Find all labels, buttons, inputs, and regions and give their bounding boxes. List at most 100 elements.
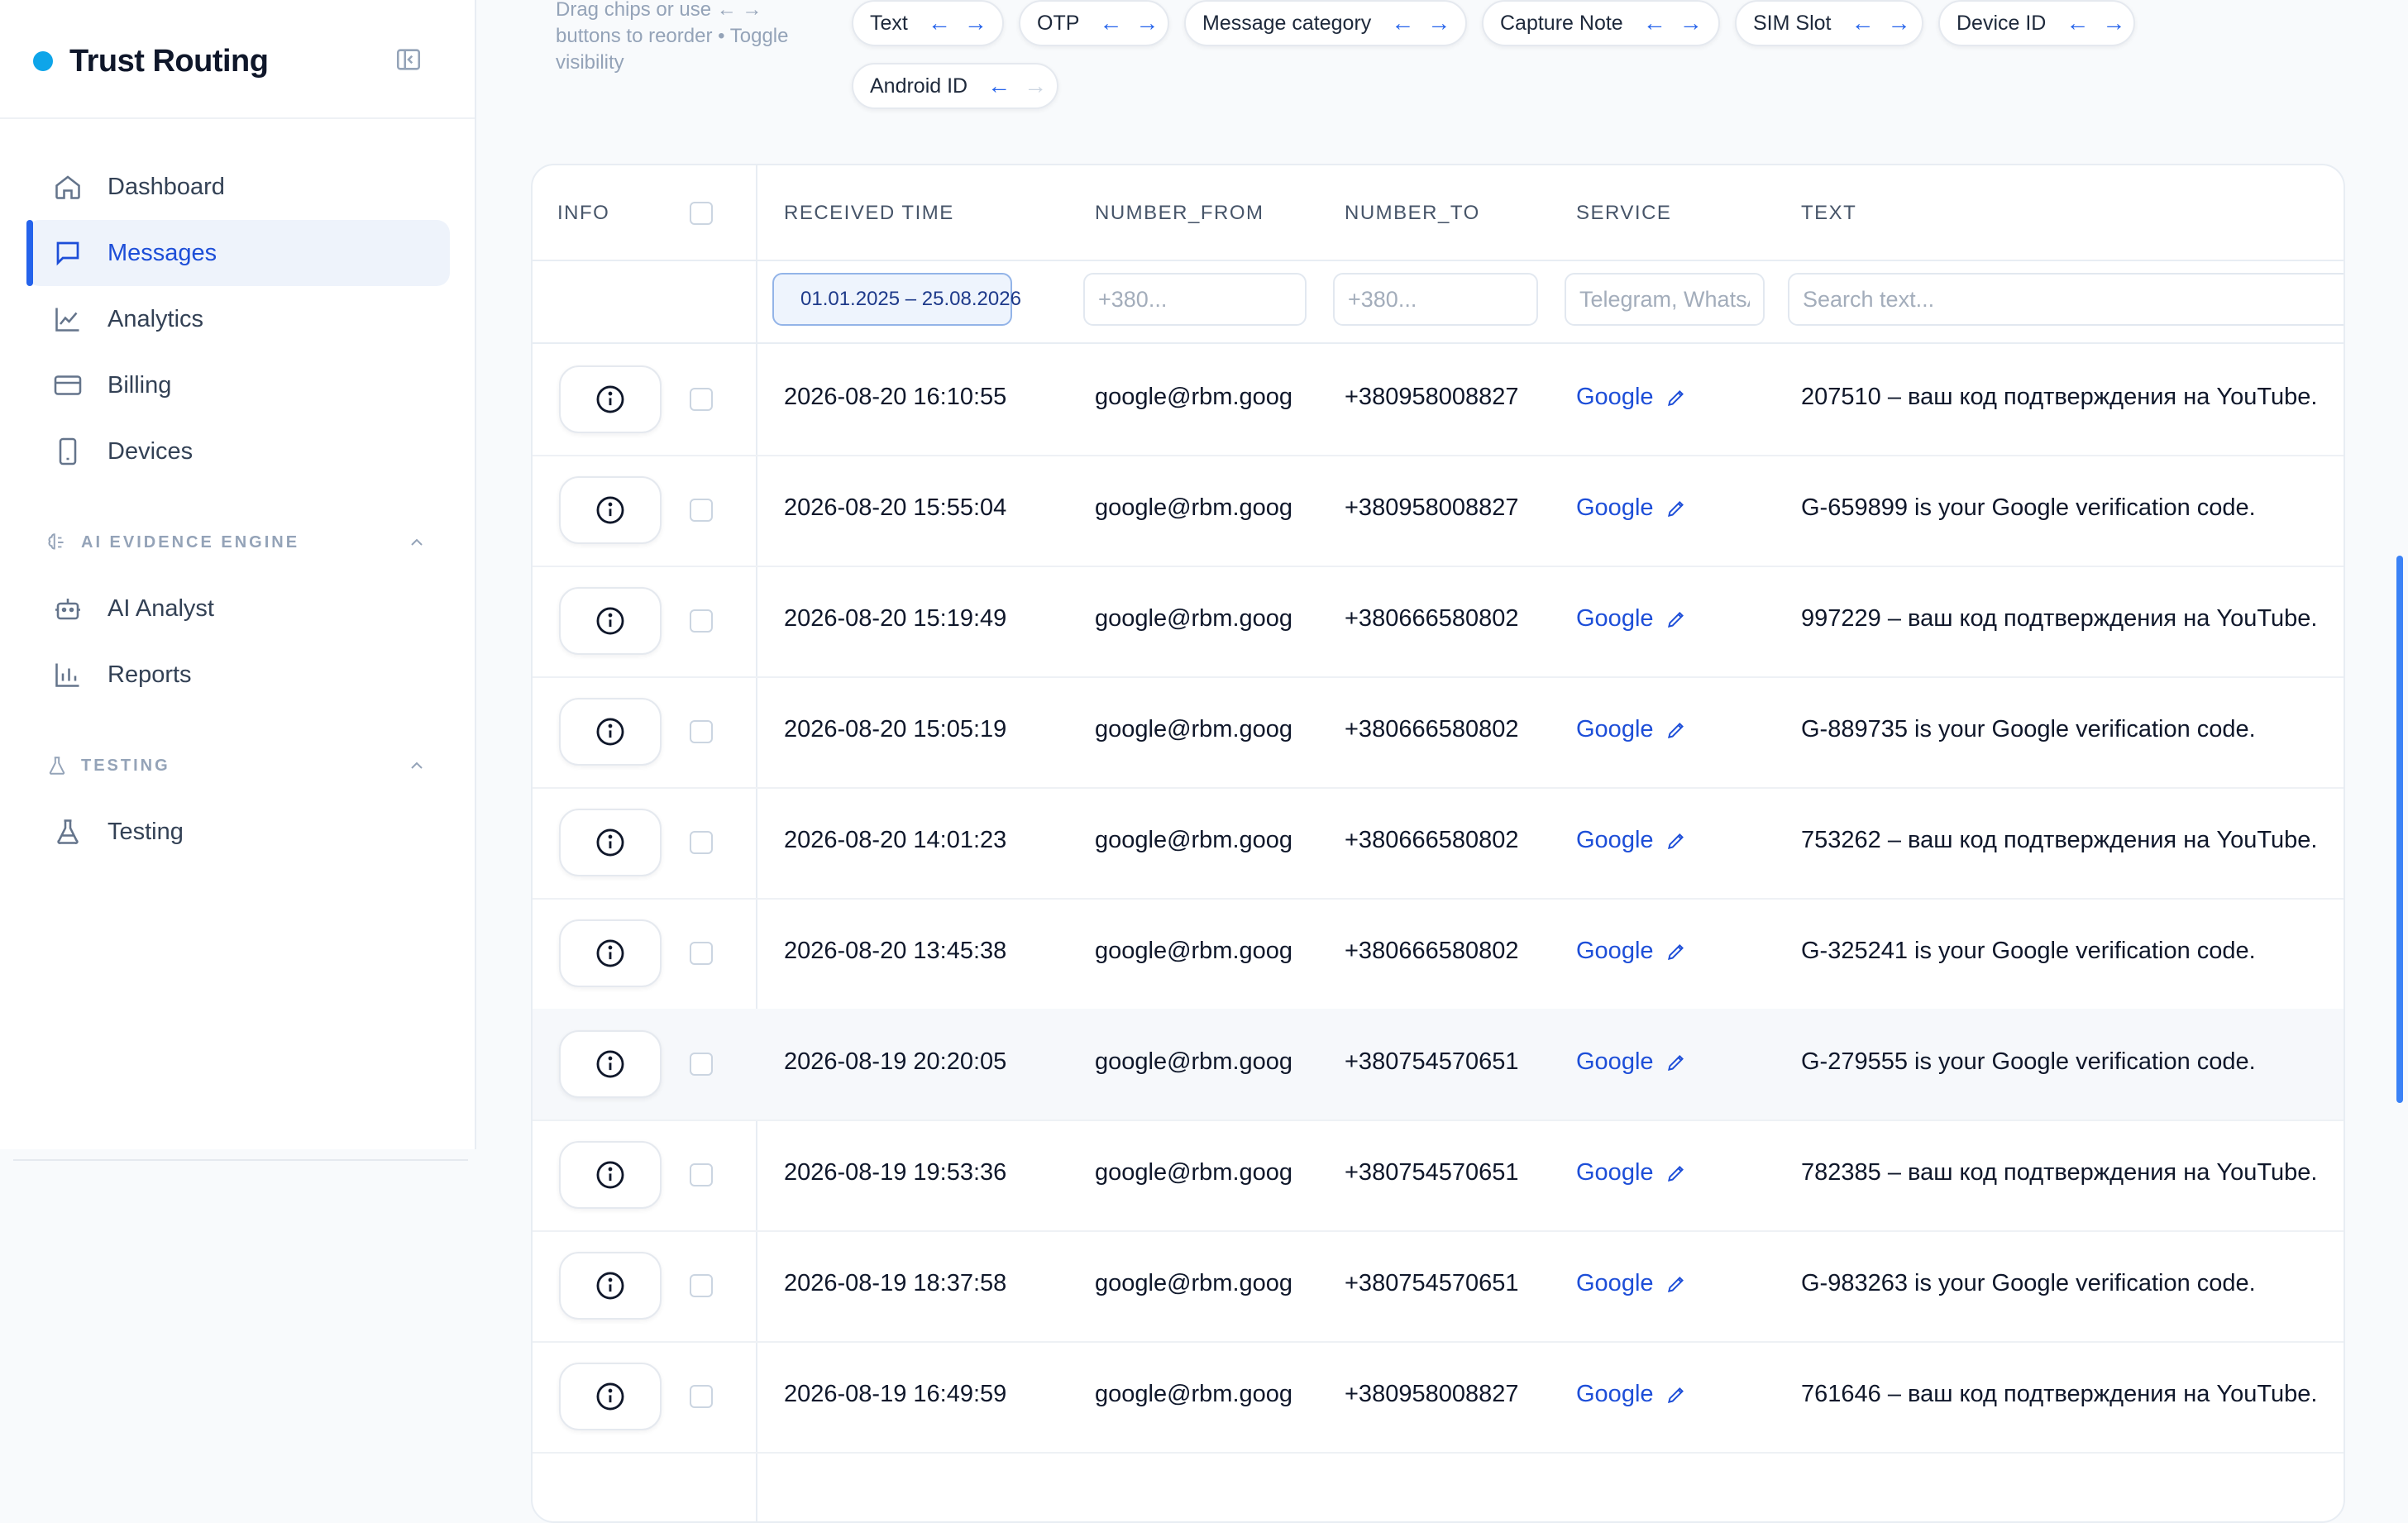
- sidebar-item-ai-analyst[interactable]: AI Analyst: [26, 575, 450, 642]
- move-right-arrow-icon[interactable]: →: [1427, 12, 1450, 35]
- edit-pencil-icon[interactable]: [1665, 498, 1687, 519]
- column-chip-otp[interactable]: OTP ← →: [1019, 0, 1169, 46]
- select-all-checkbox[interactable]: [690, 202, 713, 225]
- move-right-arrow-icon[interactable]: →: [2102, 12, 2125, 35]
- table-row[interactable]: 2026-08-19 19:53:36 google@rbm.goog +38075…: [533, 1120, 2344, 1232]
- service-link[interactable]: Google: [1576, 827, 1687, 854]
- row-checkbox[interactable]: [690, 1163, 713, 1186]
- info-button[interactable]: [559, 1030, 662, 1098]
- edit-pencil-icon[interactable]: [1665, 941, 1687, 962]
- edit-pencil-icon[interactable]: [1665, 387, 1687, 408]
- number-from-filter-input[interactable]: [1083, 273, 1307, 326]
- number-to-cell: +380666580802: [1345, 827, 1519, 853]
- column-chip-capture-note[interactable]: Capture Note ← →: [1482, 0, 1720, 46]
- service-link[interactable]: Google: [1576, 1159, 1687, 1186]
- column-chip-android-id[interactable]: Android ID ← →: [852, 63, 1058, 109]
- sidebar-item-billing[interactable]: Billing: [26, 352, 450, 418]
- number-to-filter-input[interactable]: [1333, 273, 1538, 326]
- edit-pencil-icon[interactable]: [1665, 1052, 1687, 1073]
- service-link[interactable]: Google: [1576, 605, 1687, 633]
- service-link[interactable]: Google: [1576, 494, 1687, 522]
- row-checkbox[interactable]: [690, 1053, 713, 1076]
- text-search-input[interactable]: [1788, 273, 2344, 326]
- sidebar-item-label: Devices: [108, 437, 194, 465]
- service-filter-input[interactable]: [1565, 273, 1765, 326]
- table-row[interactable]: 2026-08-20 15:05:19 google@rbm.goog +38066…: [533, 676, 2344, 789]
- row-checkbox[interactable]: [690, 831, 713, 854]
- sidebar-collapse-button[interactable]: [392, 43, 425, 76]
- service-link[interactable]: Google: [1576, 1381, 1687, 1408]
- info-button[interactable]: [559, 698, 662, 766]
- edit-pencil-icon[interactable]: [1665, 1273, 1687, 1295]
- info-button[interactable]: [559, 1141, 662, 1209]
- service-link[interactable]: Google: [1576, 1270, 1687, 1297]
- move-left-arrow-icon[interactable]: ←: [2066, 12, 2089, 35]
- column-header-number-from[interactable]: NUMBER_FROM: [1095, 202, 1264, 225]
- move-right-arrow-icon[interactable]: →: [1887, 12, 1910, 35]
- row-checkbox[interactable]: [690, 609, 713, 633]
- move-right-arrow-icon[interactable]: →: [1135, 12, 1159, 35]
- info-button[interactable]: [559, 476, 662, 544]
- number-to-cell: +380754570651: [1345, 1048, 1519, 1075]
- edit-pencil-icon[interactable]: [1665, 1384, 1687, 1406]
- column-chip-sim-slot[interactable]: SIM Slot ← →: [1735, 0, 1923, 46]
- sidebar-item-reports[interactable]: Reports: [26, 642, 450, 708]
- move-left-arrow-icon[interactable]: ←: [928, 12, 951, 35]
- brand[interactable]: Trust Routing: [33, 36, 269, 86]
- row-checkbox[interactable]: [690, 1274, 713, 1297]
- info-button[interactable]: [559, 365, 662, 433]
- service-link[interactable]: Google: [1576, 716, 1687, 743]
- column-header-number-to[interactable]: NUMBER_TO: [1345, 202, 1480, 225]
- scrollbar[interactable]: [2396, 556, 2403, 1103]
- sidebar-item-devices[interactable]: Devices: [26, 418, 450, 485]
- service-link[interactable]: Google: [1576, 384, 1687, 411]
- column-chip-device-id[interactable]: Device ID ← →: [1938, 0, 2135, 46]
- table-row[interactable]: 2026-08-20 14:01:23 google@rbm.goog +38066…: [533, 787, 2344, 900]
- table-row[interactable]: 2026-08-20 13:45:38 google@rbm.goog +38066…: [533, 898, 2344, 1010]
- info-icon: [595, 494, 626, 526]
- table-row[interactable]: 2026-08-19 20:20:05 google@rbm.goog +38075…: [533, 1009, 2344, 1121]
- sidebar-item-dashboard[interactable]: Dashboard: [26, 154, 450, 220]
- column-chip-text[interactable]: Text ← →: [852, 0, 1004, 46]
- row-checkbox[interactable]: [690, 499, 713, 522]
- section-testing[interactable]: TESTING: [46, 749, 427, 782]
- edit-pencil-icon[interactable]: [1665, 609, 1687, 630]
- edit-pencil-icon[interactable]: [1665, 719, 1687, 741]
- move-left-arrow-icon[interactable]: ←: [987, 74, 1010, 98]
- column-chip-message-category[interactable]: Message category ← →: [1184, 0, 1467, 46]
- column-header-service[interactable]: SERVICE: [1576, 202, 1671, 225]
- info-button[interactable]: [559, 1252, 662, 1320]
- column-header-text[interactable]: TEXT: [1801, 202, 1856, 225]
- move-left-arrow-icon[interactable]: ←: [1391, 12, 1414, 35]
- move-right-arrow-icon[interactable]: →: [964, 12, 987, 35]
- row-checkbox[interactable]: [690, 720, 713, 743]
- info-button[interactable]: [559, 1363, 662, 1430]
- table-row[interactable]: 2026-08-20 15:19:49 google@rbm.goog +38066…: [533, 566, 2344, 678]
- row-checkbox[interactable]: [690, 388, 713, 411]
- move-left-arrow-icon[interactable]: ←: [1643, 12, 1666, 35]
- number-to-cell: +380958008827: [1345, 384, 1519, 410]
- table-row[interactable]: 2026-08-19 16:49:59 google@rbm.goog +38095…: [533, 1341, 2344, 1454]
- column-header-received-time[interactable]: RECEIVED TIME: [784, 202, 954, 225]
- table-row[interactable]: 2026-08-20 15:55:04 google@rbm.goog +38095…: [533, 455, 2344, 567]
- edit-pencil-icon[interactable]: [1665, 1163, 1687, 1184]
- row-checkbox[interactable]: [690, 942, 713, 965]
- service-link[interactable]: Google: [1576, 1048, 1687, 1076]
- sidebar-item-messages[interactable]: Messages: [26, 220, 450, 286]
- move-right-arrow-icon[interactable]: →: [1679, 12, 1703, 35]
- section-ai-evidence-engine[interactable]: AI EVIDENCE ENGINE: [46, 526, 427, 559]
- date-range-filter[interactable]: 01.01.2025 – 25.08.2026: [772, 273, 1021, 326]
- info-button[interactable]: [559, 919, 662, 987]
- table-row[interactable]: 2026-08-20 16:10:55 google@rbm.goog +38095…: [533, 344, 2344, 456]
- edit-pencil-icon[interactable]: [1665, 830, 1687, 852]
- info-button[interactable]: [559, 809, 662, 876]
- service-link[interactable]: Google: [1576, 938, 1687, 965]
- move-left-arrow-icon[interactable]: ←: [1851, 12, 1874, 35]
- sidebar-item-analytics[interactable]: Analytics: [26, 286, 450, 352]
- move-left-arrow-icon[interactable]: ←: [1099, 12, 1122, 35]
- row-checkbox[interactable]: [690, 1385, 713, 1408]
- info-button[interactable]: [559, 587, 662, 655]
- table-row[interactable]: 2026-08-19 18:37:58 google@rbm.goog +38075…: [533, 1230, 2344, 1343]
- chevron-up-icon: [411, 538, 423, 546]
- sidebar-item-testing[interactable]: Testing: [26, 799, 450, 865]
